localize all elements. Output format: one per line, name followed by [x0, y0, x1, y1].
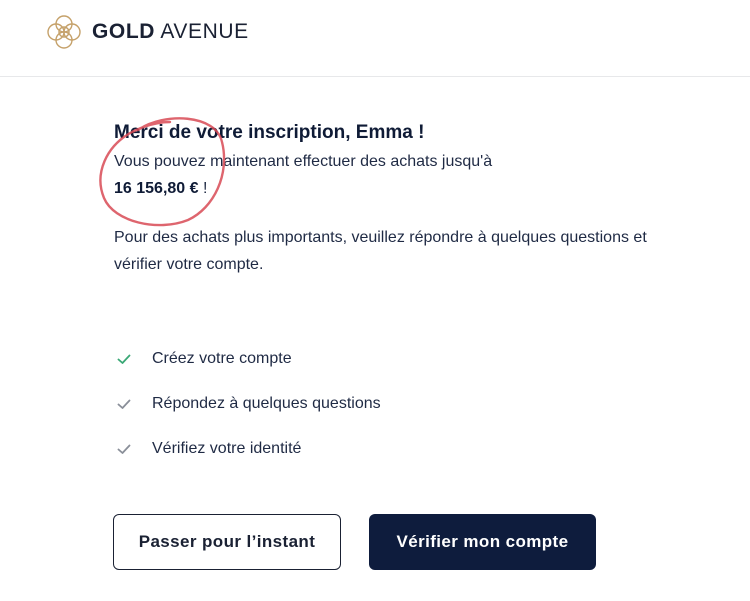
purchase-limit-suffix: ! [198, 180, 208, 197]
purchase-limit-text: Vous pouvez maintenant effectuer des ach… [114, 148, 674, 202]
step-item-create-account: Créez votre compte [116, 336, 381, 381]
page-title: Merci de votre inscription, Emma ! [114, 122, 425, 143]
check-icon [117, 444, 131, 454]
top-bar: GOLD AVENUE [0, 0, 750, 77]
check-icon [117, 399, 131, 409]
logo-icon [47, 15, 81, 49]
steps-list: Créez votre compte Répondez à quelques q… [116, 336, 381, 471]
purchase-limit-prefix: Vous pouvez maintenant effectuer des ach… [114, 153, 493, 170]
skip-for-now-button[interactable]: Passer pour l’instant [113, 514, 341, 570]
step-item-verify-identity: Vérifiez votre identité [116, 426, 381, 471]
verify-account-button[interactable]: Vérifier mon compte [369, 514, 596, 570]
brand-name-strong: GOLD [92, 20, 156, 43]
brand-name-light: AVENUE [160, 20, 249, 43]
step-label: Répondez à quelques questions [152, 394, 381, 412]
purchase-limit-amount: 16 156,80 € [114, 180, 199, 197]
step-label: Créez votre compte [152, 349, 292, 367]
verification-info-text: Pour des achats plus importants, veuille… [114, 229, 647, 273]
main-content: Merci de votre inscription, Emma ! Vous … [114, 118, 674, 278]
step-label: Vérifiez votre identité [152, 439, 302, 457]
brand-name: GOLD AVENUE [92, 20, 249, 44]
brand-logo[interactable]: GOLD AVENUE [46, 14, 249, 50]
check-icon [117, 354, 131, 364]
step-item-answer-questions: Répondez à quelques questions [116, 381, 381, 426]
